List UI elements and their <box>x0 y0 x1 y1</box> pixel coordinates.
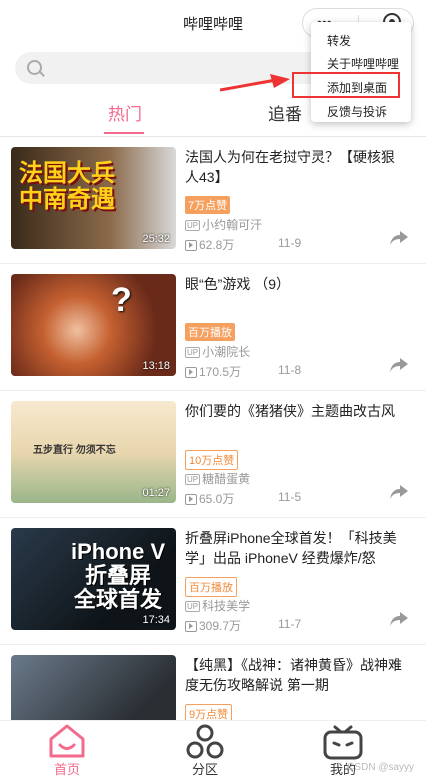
share-icon[interactable] <box>390 231 408 245</box>
annotation-arrow <box>220 74 290 92</box>
tab-indicator <box>104 132 144 134</box>
play-count-icon <box>185 367 197 379</box>
video-title[interactable]: 【纯黑】《战神：诸神黄昏》战神难度无伤攻略解说 第一期 <box>185 655 403 695</box>
play-count-icon <box>185 240 197 252</box>
uploader-name: 糖醋蛋黄 <box>202 472 251 486</box>
video-item[interactable]: 五步直行 勿须不忘 01:27 你们要的《猪猪侠》主题曲改古风 10万点赞 UP… <box>0 391 426 518</box>
status-badge: 百万播放 <box>185 577 237 597</box>
tv-icon <box>323 725 363 760</box>
thumbnail-caption: 五步直行 勿须不忘 <box>33 445 116 456</box>
status-badge: 百万播放 <box>185 323 235 341</box>
uploader[interactable]: UP 糖醋蛋黄 <box>185 470 250 487</box>
video-thumbnail[interactable]: ? 13:18 <box>11 274 176 376</box>
up-tag: UP <box>185 474 201 486</box>
nav-home-label: 首页 <box>53 762 80 777</box>
video-duration: 17:34 <box>142 614 170 626</box>
nav-category[interactable]: 分区 <box>155 721 255 781</box>
video-duration: 25:32 <box>142 233 170 245</box>
bottom-nav: 首页 分区 我的 CSDN @sayyy <box>0 720 426 781</box>
thumbnail-caption: iPhone V 折叠屏 全球首发 <box>71 539 166 613</box>
uploader[interactable]: UP 小约翰可汗 <box>185 216 262 233</box>
views-text: 65.0万 <box>199 492 235 506</box>
nav-home[interactable]: 首页 <box>17 721 117 781</box>
tab-hot[interactable]: 热门 <box>108 100 142 125</box>
status-badge: 10万点赞 <box>185 450 239 470</box>
uploader-name: 科技美学 <box>202 599 251 613</box>
publish-date: 11-5 <box>278 490 302 504</box>
share-icon[interactable] <box>390 485 408 499</box>
status-badge: 7万点赞 <box>185 196 231 214</box>
uploader-name: 小潮院长 <box>202 345 251 359</box>
menu-item-feedback[interactable]: 反馈与投诉 <box>327 103 387 120</box>
uploader-name: 小约翰可汗 <box>202 218 263 232</box>
thumbnail-caption: ? <box>111 281 132 319</box>
home-icon <box>49 724 85 758</box>
publish-date: 11-7 <box>278 617 302 631</box>
video-thumbnail[interactable]: 法国大兵 中南奇遇 25:32 <box>11 147 176 249</box>
uploader[interactable]: UP 小潮院长 <box>185 343 250 360</box>
video-item[interactable]: 法国大兵 中南奇遇 25:32 法国人为何在老挝守灵？【硬核狠人43】 7万点赞… <box>0 137 426 264</box>
category-icon <box>186 724 224 759</box>
video-thumbnail[interactable]: 五步直行 勿须不忘 01:27 <box>11 401 176 503</box>
share-icon[interactable] <box>390 358 408 372</box>
video-title[interactable]: 折叠屏iPhone全球首发！「科技美学」出品 iPhoneV 经费爆炸/怒肝… <box>185 528 403 568</box>
views-text: 309.7万 <box>199 619 242 633</box>
search-icon <box>27 60 42 75</box>
view-count: 65.0万 <box>185 490 234 507</box>
thumbnail-caption: 法国大兵 中南奇遇 <box>19 160 115 214</box>
play-count-icon <box>185 494 197 506</box>
menu-item-about[interactable]: 关于哔哩哔哩 <box>327 55 399 72</box>
view-count: 62.8万 <box>185 236 234 253</box>
view-count: 309.7万 <box>185 617 241 634</box>
play-count-icon <box>185 621 197 633</box>
video-thumbnail[interactable]: iPhone V 折叠屏 全球首发 17:34 <box>11 528 176 630</box>
up-tag: UP <box>185 220 201 232</box>
video-item[interactable]: iPhone V 折叠屏 全球首发 17:34 折叠屏iPhone全球首发！「科… <box>0 518 426 645</box>
share-icon[interactable] <box>390 612 408 626</box>
publish-date: 11-8 <box>278 363 302 377</box>
video-duration: 01:27 <box>142 487 170 499</box>
video-title[interactable]: 你们要的《猪猪侠》主题曲改古风 <box>185 401 403 421</box>
video-duration: 13:18 <box>142 360 170 372</box>
views-text: 170.5万 <box>199 365 242 379</box>
video-title[interactable]: 法国人为何在老挝守灵？【硬核狠人43】 <box>185 147 403 187</box>
nav-category-label: 分区 <box>191 762 218 777</box>
tab-follow[interactable]: 追番 <box>268 100 302 125</box>
views-text: 62.8万 <box>199 238 235 252</box>
up-tag: UP <box>185 347 201 359</box>
up-tag: UP <box>185 601 201 613</box>
view-count: 170.5万 <box>185 363 241 380</box>
video-list: 法国大兵 中南奇遇 25:32 法国人为何在老挝守灵？【硬核狠人43】 7万点赞… <box>0 137 426 772</box>
video-title[interactable]: 眼“色”游戏 （9） <box>185 274 403 294</box>
highlight-box <box>292 72 400 98</box>
publish-date: 11-9 <box>278 236 302 250</box>
video-item[interactable]: ? 13:18 眼“色”游戏 （9） 百万播放 UP 小潮院长 170.5万 11… <box>0 264 426 391</box>
watermark: CSDN @sayyy <box>347 762 414 773</box>
menu-item-share[interactable]: 转发 <box>327 32 351 49</box>
uploader[interactable]: UP 科技美学 <box>185 597 250 614</box>
